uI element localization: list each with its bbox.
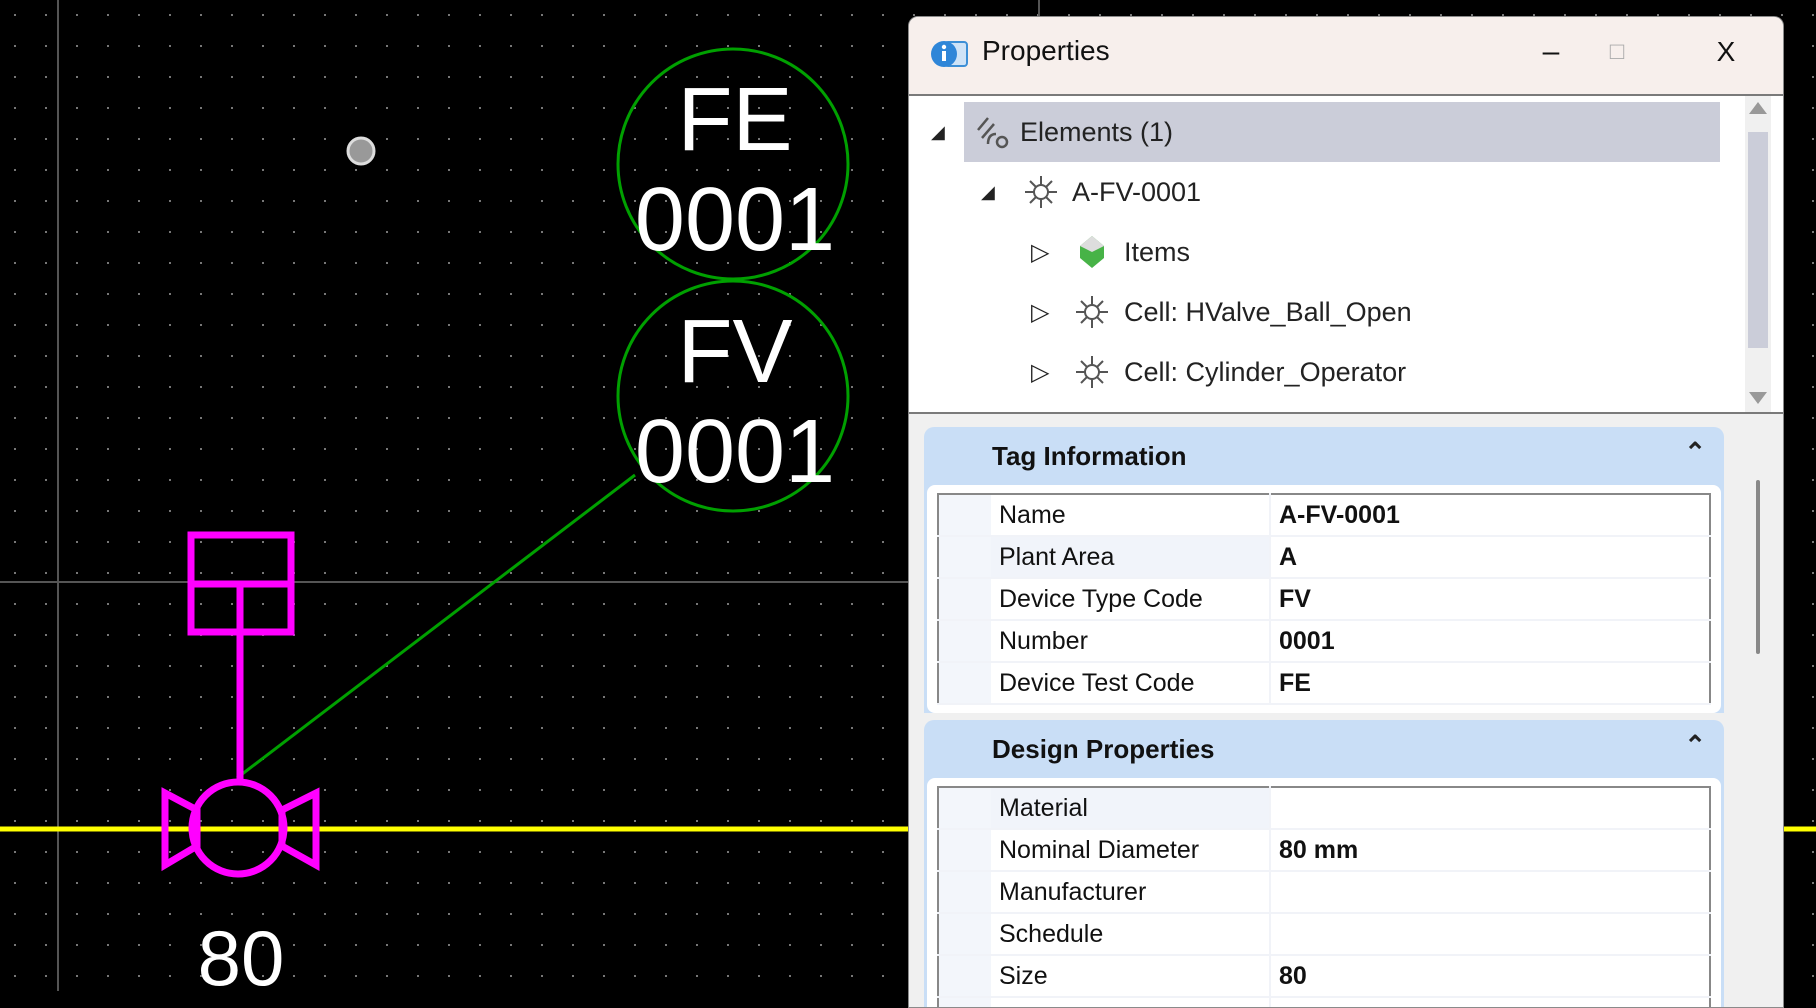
property-value[interactable]: 80 mm <box>1269 829 1710 872</box>
tag-info-table: Name A-FV-0001 Plant Area A Device Type Co… <box>937 493 1711 705</box>
collapse-chevron-icon[interactable]: ⌃ <box>1684 437 1706 468</box>
property-key: Material <box>991 787 1270 830</box>
property-key: Device Type Code <box>991 578 1270 621</box>
property-row[interactable]: Device Type Code FV <box>938 578 1710 621</box>
tree-item-cell-cylinder[interactable]: ▷ Cell: Cylinder_Operator <box>909 342 1720 402</box>
property-key: Name <box>991 494 1270 537</box>
tree-item-items[interactable]: ▷ Items <box>909 222 1720 282</box>
cell-icon <box>1076 356 1108 388</box>
close-button[interactable]: X <box>1696 27 1756 77</box>
property-row[interactable]: Manufacturer <box>938 871 1710 914</box>
tree-item-label: Items <box>1124 236 1191 267</box>
expand-arrow-icon[interactable]: ▷ <box>1031 298 1049 327</box>
tag-code: FE <box>677 70 792 170</box>
collapse-chevron-icon[interactable]: ⌃ <box>1684 730 1706 761</box>
property-key: Plant Area <box>991 536 1270 579</box>
property-row[interactable]: Number 0001 <box>938 620 1710 663</box>
property-value[interactable] <box>1269 997 1710 1007</box>
properties-info-icon <box>931 41 968 67</box>
title-bar[interactable]: Properties – □ X <box>909 17 1783 96</box>
valve-size-label: 80 <box>198 914 285 991</box>
cell-icon <box>1025 176 1057 208</box>
group-title: Design Properties <box>992 734 1215 764</box>
tree-item-label: Cell: HValve_Ball_Open <box>1124 296 1412 327</box>
maximize-button[interactable]: □ <box>1587 27 1647 77</box>
tree-item-elements[interactable]: ◢ Elements (1) <box>931 102 1720 162</box>
cell-icon <box>1076 296 1108 328</box>
minimize-button[interactable]: – <box>1521 27 1581 77</box>
collapse-arrow-icon[interactable]: ◢ <box>981 182 995 203</box>
cursor-point <box>346 136 376 166</box>
element-tree: ◢ Elements (1) ◢ A-FV-0001 ▷ Items ▷ Cel… <box>909 96 1783 414</box>
property-value[interactable] <box>1269 913 1710 956</box>
property-value[interactable]: FV <box>1269 578 1710 621</box>
tree-item-cell-hvalve[interactable]: ▷ Cell: HValve_Ball_Open <box>909 282 1720 342</box>
property-value[interactable]: A-FV-0001 <box>1269 494 1710 537</box>
tree-item-a-fv-0001[interactable]: ◢ A-FV-0001 <box>909 162 1720 222</box>
group-design-properties: Design Properties ⌃ Material Nominal Dia… <box>924 720 1724 1007</box>
property-value[interactable] <box>1269 787 1710 830</box>
property-row[interactable]: Plant Area A <box>938 536 1710 579</box>
property-key: Nominal Diameter <box>991 829 1270 872</box>
tree-scrollbar[interactable] <box>1745 96 1771 412</box>
group-title: Tag Information <box>992 441 1187 471</box>
property-key: Schedule <box>991 913 1270 956</box>
property-row[interactable]: Device Test Code FE <box>938 662 1710 705</box>
properties-window: Properties – □ X ◢ Elements (1) ◢ A-FV-0… <box>908 16 1784 1008</box>
elements-icon <box>977 117 1009 149</box>
group-header[interactable]: Design Properties ⌃ <box>924 720 1724 778</box>
expand-arrow-icon[interactable]: ▷ <box>1031 358 1049 387</box>
expand-arrow-icon[interactable]: ▷ <box>1031 238 1049 267</box>
property-grid: Tag Information ⌃ Name A-FV-0001 Plant Ar… <box>909 414 1783 1007</box>
property-value[interactable]: 0001 <box>1269 620 1710 663</box>
tree-item-label: Cell: Cylinder_Operator <box>1124 356 1407 387</box>
tree-item-label: A-FV-0001 <box>1072 176 1202 207</box>
tag-number: 0001 <box>635 402 835 502</box>
property-key: Manufacturer <box>991 871 1270 914</box>
tag-code: FV <box>677 302 792 402</box>
property-row[interactable]: Material <box>938 787 1710 830</box>
collapse-arrow-icon[interactable]: ◢ <box>931 122 945 143</box>
scroll-up-icon[interactable] <box>1749 102 1767 114</box>
property-row[interactable]: Nominal Diameter 80 mm <box>938 829 1710 872</box>
group-header[interactable]: Tag Information ⌃ <box>924 427 1724 485</box>
scroll-down-icon[interactable] <box>1749 392 1767 404</box>
property-row[interactable] <box>938 997 1710 1007</box>
scrollbar-thumb[interactable] <box>1748 132 1768 348</box>
property-value[interactable]: FE <box>1269 662 1710 705</box>
window-title: Properties <box>982 35 1110 66</box>
group-tag-information: Tag Information ⌃ Name A-FV-0001 Plant Ar… <box>924 427 1724 713</box>
property-key: Device Test Code <box>991 662 1270 705</box>
design-properties-table: Material Nominal Diameter 80 mm Manufactu… <box>937 786 1711 1007</box>
properties-scrollbar[interactable] <box>1745 414 1771 1007</box>
items-gem-icon <box>1080 236 1104 268</box>
property-row[interactable]: Name A-FV-0001 <box>938 494 1710 537</box>
property-value[interactable] <box>1269 871 1710 914</box>
tag-number: 0001 <box>635 170 835 270</box>
property-key <box>991 997 1270 1007</box>
scrollbar-thumb[interactable] <box>1756 480 1760 654</box>
property-row[interactable]: Schedule <box>938 913 1710 956</box>
property-key: Number <box>991 620 1270 663</box>
property-value[interactable]: A <box>1269 536 1710 579</box>
tree-item-label: Elements (1) <box>1020 116 1174 147</box>
